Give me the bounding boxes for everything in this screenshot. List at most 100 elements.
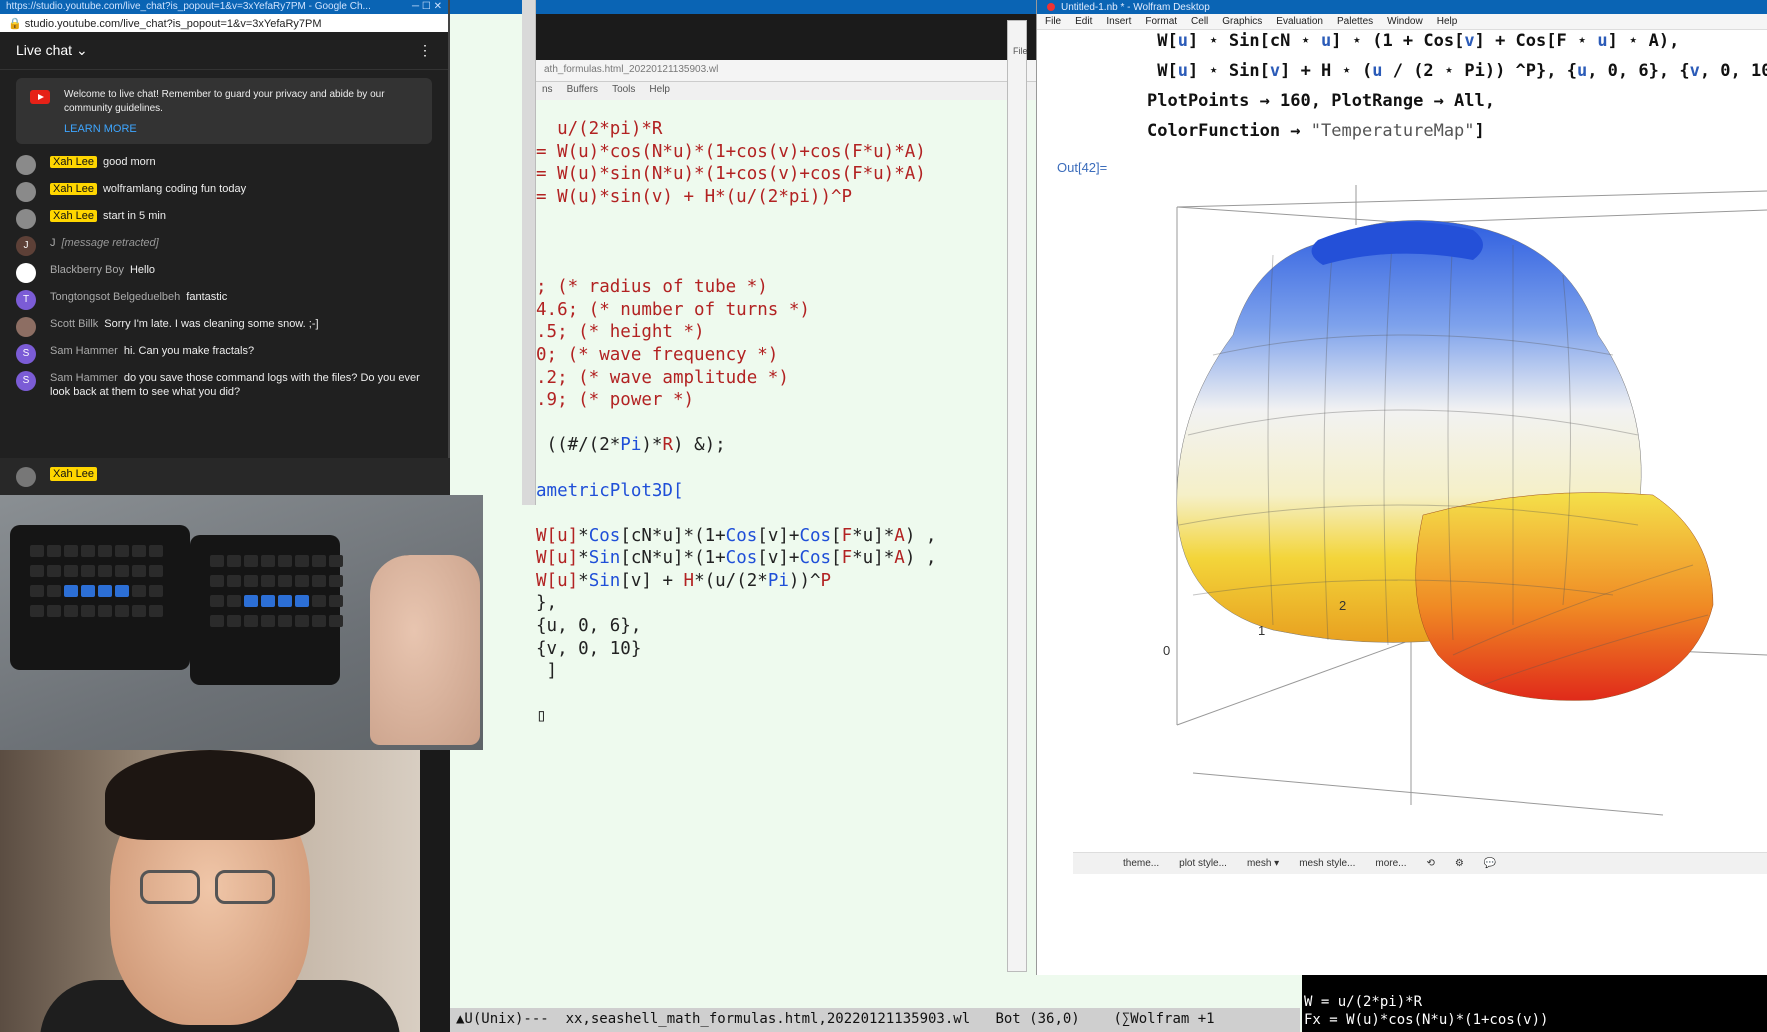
keyboard-key	[115, 545, 129, 557]
chat-text: hi. Can you make fractals?	[123, 345, 255, 357]
keyboard-key	[244, 555, 258, 567]
code-line: = W(u)*cos(N*u)*(1+cos(v)+cos(F*u)*A)	[536, 141, 926, 162]
menu-edit[interactable]: Edit	[1075, 16, 1092, 27]
chat-author[interactable]: Scott Billk	[50, 318, 98, 330]
text-cursor: ▯	[536, 706, 547, 727]
keyboard-key	[210, 555, 224, 567]
keyboard-key	[278, 615, 292, 627]
emacs-menu-tools[interactable]: Tools	[612, 84, 635, 98]
side-file-menu[interactable]: File	[1013, 46, 1028, 56]
emacs-menu-help[interactable]: Help	[649, 84, 670, 98]
chat-author[interactable]: J	[50, 237, 56, 249]
mesh-style-button[interactable]: mesh style...	[1299, 858, 1355, 869]
keyboard-key	[115, 565, 129, 577]
keyboard-key	[64, 565, 78, 577]
code-line: .9; (* power *)	[536, 390, 695, 411]
output-label: Out[42]=	[1057, 160, 1108, 175]
plot-style-button[interactable]: plot style...	[1179, 858, 1227, 869]
keyboard-key	[81, 585, 95, 597]
more-button[interactable]: more...	[1375, 858, 1406, 869]
theme-button[interactable]: theme...	[1123, 858, 1159, 869]
chat-window-title: https://studio.youtube.com/live_chat?is_…	[6, 1, 371, 12]
screen: ath_formulas.html_20220121135903.wl ns B…	[0, 0, 1767, 1032]
keyboard-key	[261, 615, 275, 627]
avatar[interactable]	[16, 155, 36, 175]
avatar[interactable]: S	[16, 344, 36, 364]
settings-icon[interactable]: ⚙	[1455, 858, 1464, 869]
chat-scrollbar[interactable]	[522, 0, 536, 505]
chat-message[interactable]: Xah Lee good morn	[0, 152, 448, 179]
chat-author[interactable]: Sam Hammer	[50, 345, 118, 357]
keyboard-key	[64, 545, 78, 557]
avatar[interactable]	[16, 209, 36, 229]
keyboard-key	[81, 605, 95, 617]
code-line: ((#/(2*Pi)*R) &);	[536, 435, 726, 456]
comment-icon[interactable]: 💬	[1484, 858, 1496, 869]
popup-line: W = u/(2*pi)*R	[1304, 994, 1423, 1010]
chat-author[interactable]: Xah Lee	[50, 210, 97, 222]
keyboard-key	[278, 575, 292, 587]
keyboard-key	[132, 565, 146, 577]
mesh-button[interactable]: mesh ▾	[1247, 858, 1279, 869]
chat-mode-dropdown[interactable]: Live chat ⌄	[16, 42, 88, 59]
menu-insert[interactable]: Insert	[1106, 16, 1131, 27]
axis-tick-label: 2	[1339, 598, 1346, 613]
learn-more-link[interactable]: LEARN MORE	[64, 122, 420, 136]
menu-file[interactable]: File	[1045, 16, 1061, 27]
more-options-icon[interactable]: ⋮	[418, 42, 432, 59]
parametric-plot-3d[interactable]: 0 1 2	[1093, 185, 1767, 850]
chat-author[interactable]: Blackberry Boy	[50, 264, 124, 276]
keyboard-key	[227, 575, 241, 587]
keyboard-key	[132, 545, 146, 557]
chat-message[interactable]: Xah Lee start in 5 min	[0, 206, 448, 233]
chat-url-bar[interactable]: 🔒 studio.youtube.com/live_chat?is_popout…	[0, 14, 448, 32]
chat-text: start in 5 min	[102, 210, 166, 222]
avatar[interactable]	[16, 182, 36, 202]
chat-message[interactable]: S Sam Hammer hi. Can you make fractals?	[0, 341, 448, 368]
popup-line: Fx = W(u)*cos(N*u)*(1+cos(v))	[1304, 1012, 1549, 1028]
code-line: W[u] ⋆ Sin[cN ⋆ u] ⋆ (1 + Cos[v] + Cos[F…	[1147, 31, 1680, 51]
chat-composer[interactable]: Xah Lee	[0, 458, 450, 495]
emacs-menu-item[interactable]: ns	[542, 84, 553, 98]
keyboard-key	[115, 605, 129, 617]
undo-icon[interactable]: ⟲	[1426, 858, 1434, 869]
chat-message[interactable]: Scott Billk Sorry I'm late. I was cleanin…	[0, 314, 448, 341]
keyboard-key	[312, 615, 326, 627]
keyboard-key	[47, 545, 61, 557]
emacs-menu-buffers[interactable]: Buffers	[567, 84, 599, 98]
keyboard-key	[295, 555, 309, 567]
chat-message[interactable]: T Tongtongsot Belgeduelbeh fantastic	[0, 287, 448, 314]
keyboard-key	[64, 585, 78, 597]
keyboard-key	[30, 605, 44, 617]
input-cell[interactable]: W[u] ⋆ Sin[cN ⋆ u] ⋆ (1 + Cos[v] + Cos[F…	[1147, 26, 1767, 146]
avatar[interactable]: S	[16, 371, 36, 391]
avatar[interactable]	[16, 263, 36, 283]
avatar[interactable]	[16, 317, 36, 337]
code-line: u/(2*pi)*R	[536, 119, 663, 139]
keyboard-key	[98, 565, 112, 577]
chat-author[interactable]: Tongtongsot Belgeduelbeh	[50, 291, 180, 303]
keyboard-key	[227, 595, 241, 607]
avatar[interactable]: J	[16, 236, 36, 256]
avatar[interactable]: T	[16, 290, 36, 310]
wolfram-notebook-window: Untitled-1.nb * - Wolfram Desktop File E…	[1036, 0, 1767, 975]
welcome-text: Welcome to live chat! Remember to guard …	[64, 89, 385, 114]
chat-message[interactable]: Xah Lee wolframlang coding fun today	[0, 179, 448, 206]
chat-author[interactable]: Xah Lee	[50, 156, 97, 168]
keyboard-key	[98, 545, 112, 557]
face-camera-feed	[0, 750, 420, 1032]
chat-message-body: Sam Hammer hi. Can you make fractals?	[50, 344, 254, 358]
keyboard-key	[149, 545, 163, 557]
chat-message-body: J [message retracted]	[50, 236, 159, 250]
chat-author[interactable]: Sam Hammer	[50, 372, 118, 384]
keyboard-key	[244, 615, 258, 627]
wolfram-logo-icon	[1047, 3, 1055, 11]
chat-message[interactable]: Blackberry Boy Hello	[0, 260, 448, 287]
chat-message[interactable]: J J [message retracted]	[0, 233, 448, 260]
chat-message-body: Blackberry Boy Hello	[50, 263, 155, 277]
chat-message[interactable]: S Sam Hammer do you save those command log…	[0, 368, 448, 402]
code-line: = W(u)*sin(N*u)*(1+cos(v)+cos(F*u)*A)	[536, 164, 926, 185]
code-line: .2; (* wave amplitude *)	[536, 367, 789, 388]
chat-author[interactable]: Xah Lee	[50, 183, 97, 195]
chat-text: fantastic	[186, 291, 228, 303]
